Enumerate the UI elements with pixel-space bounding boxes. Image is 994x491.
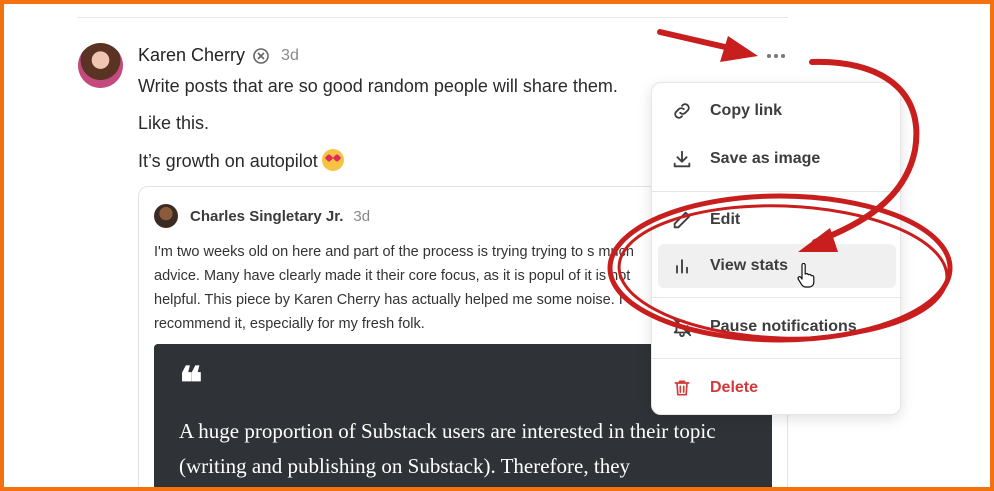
post-text-line: Like this. xyxy=(138,113,210,133)
more-options-button[interactable] xyxy=(760,44,792,68)
menu-divider xyxy=(652,191,902,192)
quoted-post-header: Charles Singletary Jr. 3d xyxy=(190,208,370,225)
menu-item-label: Edit xyxy=(710,211,741,228)
quote-mark-icon: ❝ xyxy=(179,358,203,409)
divider xyxy=(78,17,788,18)
bell-off-icon xyxy=(660,305,704,349)
menu-divider xyxy=(652,358,902,359)
menu-item-label: Pause notifications xyxy=(710,318,857,335)
dot-icon xyxy=(774,54,778,58)
hand-cursor-icon xyxy=(797,263,815,288)
quoted-post-text: I'm two weeks old on here and part of th… xyxy=(154,244,634,332)
arrow-icon xyxy=(657,29,741,53)
menu-item-view-stats[interactable]: View stats xyxy=(658,244,896,288)
pencil-icon xyxy=(660,198,704,242)
quoted-post-time: 3d xyxy=(353,208,371,225)
post-text-line: Write posts that are so good random peop… xyxy=(138,76,618,96)
link-icon xyxy=(660,89,704,133)
menu-item-label: Save as image xyxy=(710,150,821,167)
menu-item-label: View stats xyxy=(710,257,788,274)
star-eyes-emoji-icon xyxy=(321,149,344,171)
menu-item-edit[interactable]: Edit xyxy=(658,198,896,242)
badge-icon xyxy=(253,47,269,64)
trash-icon xyxy=(660,366,704,410)
avatar[interactable] xyxy=(78,43,123,88)
blockquote-text: A huge proportion of Substack users are … xyxy=(179,419,716,478)
menu-item-save-as-image[interactable]: Save as image xyxy=(658,137,896,181)
menu-item-delete[interactable]: Delete xyxy=(658,366,896,410)
author-name[interactable]: Karen Cherry xyxy=(138,45,245,66)
post-text-line: It’s growth on autopilot xyxy=(138,149,344,172)
menu-divider xyxy=(652,297,902,298)
post-options-menu: Copy link Save as image Edit View stats xyxy=(651,82,902,415)
menu-item-pause-notifications[interactable]: Pause notifications xyxy=(658,305,896,349)
quoted-author-name[interactable]: Charles Singletary Jr. xyxy=(190,208,343,225)
arrowhead-icon xyxy=(720,36,758,62)
menu-item-label: Delete xyxy=(710,379,759,396)
post-header: Karen Cherry 3d xyxy=(138,45,299,66)
post-time: 3d xyxy=(281,46,299,64)
dot-icon xyxy=(767,54,771,58)
bar-chart-icon xyxy=(660,244,704,288)
dot-icon xyxy=(781,54,785,58)
quoted-avatar[interactable] xyxy=(154,204,178,228)
menu-item-copy-link[interactable]: Copy link xyxy=(658,89,896,133)
menu-item-label: Copy link xyxy=(710,102,783,119)
download-icon xyxy=(660,137,704,181)
